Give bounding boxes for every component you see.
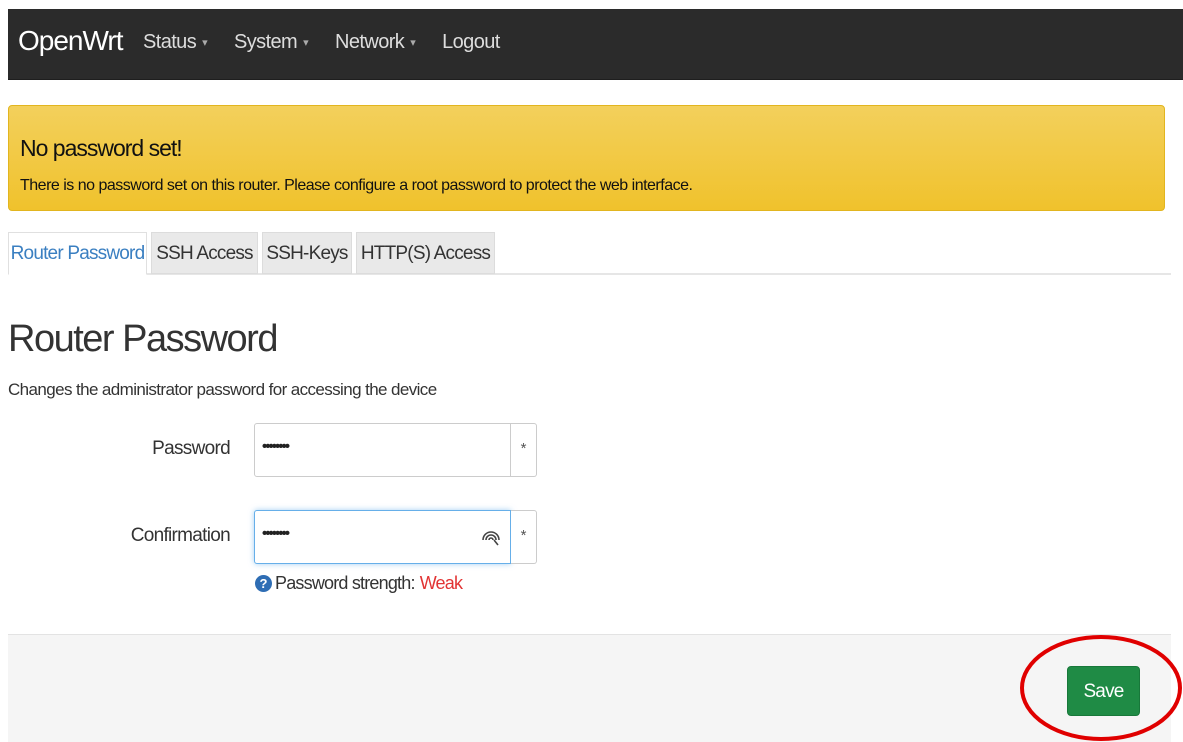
warning-alert: No password set! There is no password se… [8,105,1165,211]
alert-text: There is no password set on this router.… [20,177,693,194]
password-label: Password [152,438,231,459]
nav-item-status-label: Status [143,31,197,53]
nav-item-network[interactable]: Network ▾ [335,31,416,54]
page-title: Router Password [8,318,278,360]
tab-ssh-access[interactable]: SSH Access [151,232,258,274]
page: OpenWrt Status ▾ System ▾ Network ▾ Logout … [0,0,1183,742]
navbar: OpenWrt Status ▾ System ▾ Network ▾ Logout [8,9,1183,80]
form-actions [8,634,1171,742]
reveal-password-icon[interactable] [480,525,502,547]
strength-value: Weak [419,573,463,593]
nav-menu: Status ▾ System ▾ Network ▾ Logout [143,31,527,54]
confirmation-input[interactable]: •••••••• [254,510,511,564]
chevron-down-icon: ▾ [410,37,416,50]
tab-ssh-keys[interactable]: SSH-Keys [262,232,352,274]
brand-logo[interactable]: OpenWrt [18,25,124,57]
strength-label: Password strength: [275,573,415,593]
alert-title: No password set! [20,135,183,161]
confirmation-value: •••••••• [262,525,290,542]
chevron-down-icon: ▾ [303,37,309,50]
nav-item-logout[interactable]: Logout [442,31,500,54]
section-description: Changes the administrator password for a… [8,380,437,399]
tab-router-password[interactable]: Router Password [8,232,147,275]
password-value: •••••••• [262,438,290,455]
nav-item-status[interactable]: Status ▾ [143,31,208,54]
confirmation-label: Confirmation [130,525,231,546]
help-icon: ? [255,575,272,592]
password-strength: ? Password strength: Weak [255,573,463,594]
chevron-down-icon: ▾ [202,37,208,50]
password-required-addon[interactable]: * [511,423,537,477]
nav-item-network-label: Network [335,31,405,53]
tab-https-access[interactable]: HTTP(S) Access [356,232,495,274]
save-button[interactable]: Save [1067,666,1140,716]
nav-item-system-label: System [234,31,298,53]
nav-item-system[interactable]: System ▾ [234,31,309,54]
confirmation-required-addon[interactable]: * [511,510,537,564]
password-input[interactable]: •••••••• [254,423,511,477]
